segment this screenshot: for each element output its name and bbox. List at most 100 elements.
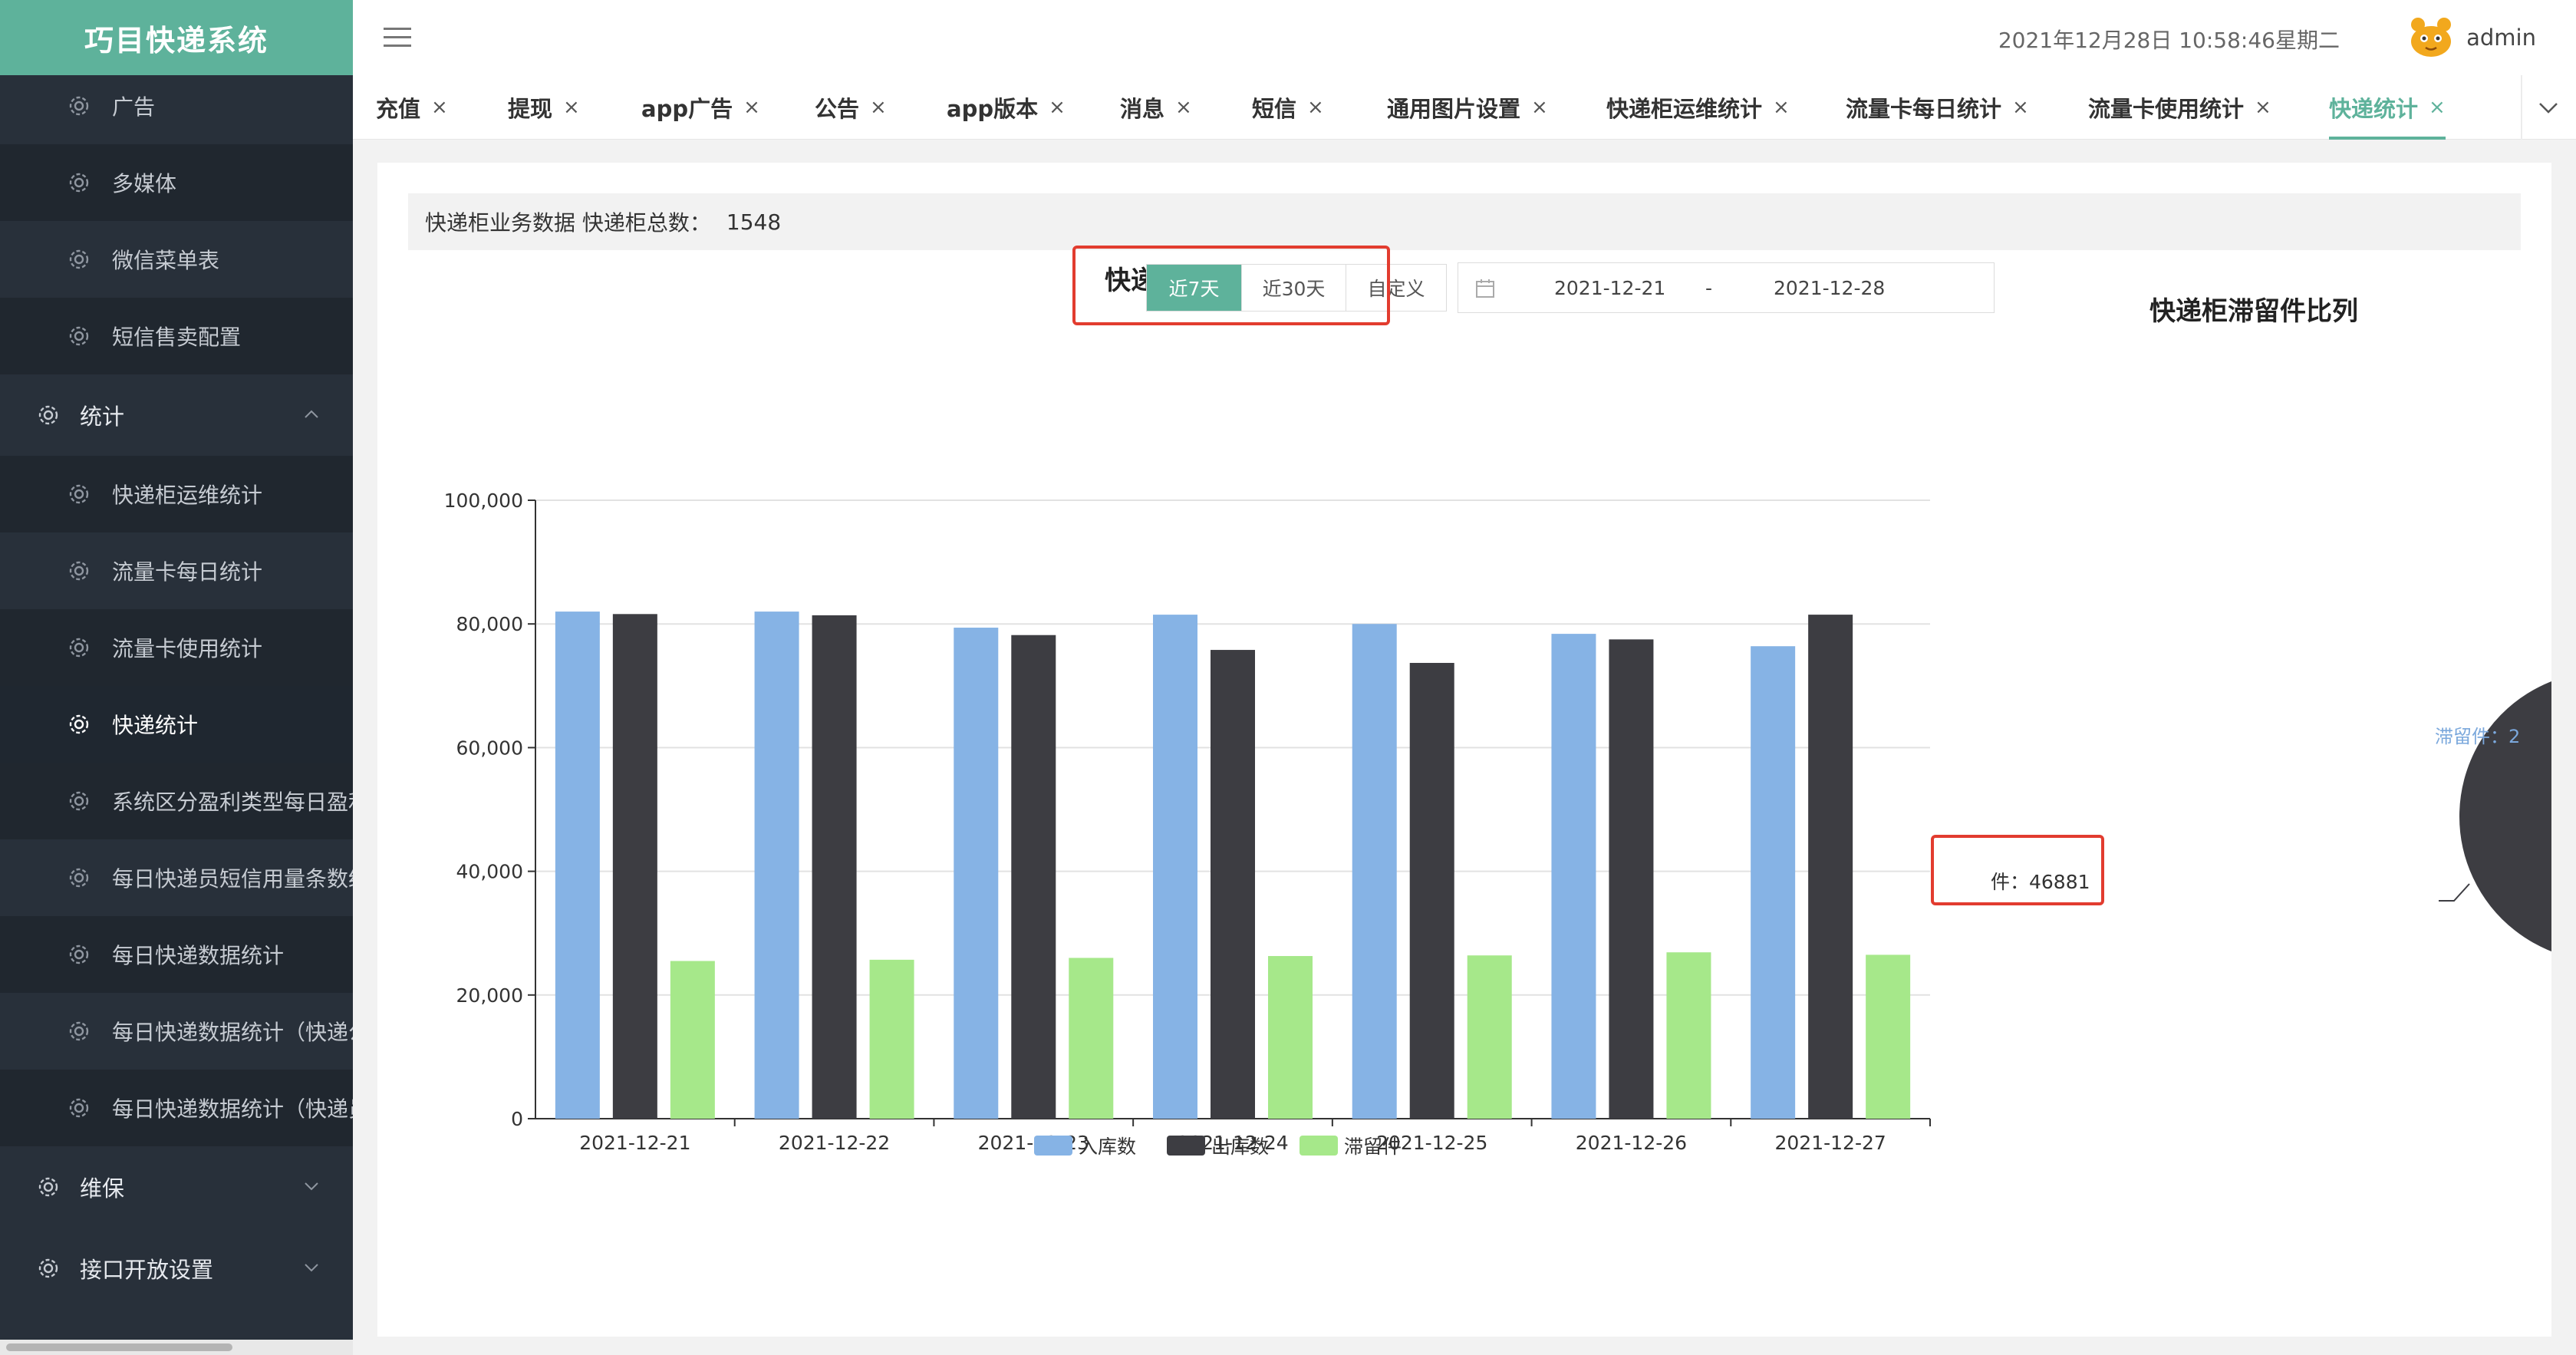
sidebar-group-label: 维保 [80, 1175, 125, 1202]
bar-in [555, 612, 600, 1119]
x-tick-label: 2021-12-26 [1576, 1132, 1687, 1154]
bar-out [1211, 650, 1255, 1119]
menu-toggle-icon[interactable] [384, 26, 411, 49]
sidebar-item[interactable]: 每日快递数据统计（快递公司） [0, 993, 353, 1070]
tab-item[interactable]: 快递统计 × [2329, 75, 2446, 140]
sidebar-item[interactable]: 快递柜运维统计 [0, 456, 353, 532]
close-icon[interactable]: × [431, 96, 448, 119]
bar-retained [1069, 958, 1114, 1119]
legend-swatch [1167, 1136, 1205, 1156]
sidebar-item[interactable]: 多媒体 [0, 144, 353, 221]
app-logo: 巧目快递系统 [0, 0, 353, 75]
x-tick-label: 2021-12-22 [779, 1132, 890, 1154]
highlight-box-range-buttons [1072, 246, 1390, 325]
tab-item[interactable]: 充值 × [376, 75, 448, 140]
tab-item[interactable]: 公告 × [815, 75, 887, 140]
tab-bar: 充值 × 提现 × app广告 × 公告 × app版本 × 消息 × 短信 × 通用图片设置 × 快递柜运维统… [353, 75, 2576, 140]
tab-item[interactable]: app广告 × [641, 75, 760, 140]
close-icon[interactable]: × [743, 96, 760, 119]
tab-item[interactable]: 快递柜运维统计 × [1606, 75, 1790, 140]
sidebar-item[interactable]: 短信售卖配置 [0, 298, 353, 374]
sidebar-item[interactable]: 每日快递数据统计（快递员） [0, 1070, 353, 1146]
close-icon[interactable]: × [1531, 96, 1548, 119]
sidebar-item-label: 每日快递数据统计（快递员） [112, 1096, 353, 1122]
sidebar-item[interactable]: 快递统计 [0, 686, 353, 763]
sidebar-item-label: 短信售卖配置 [112, 325, 242, 350]
gear-icon [69, 173, 89, 193]
tab-item[interactable]: 流量卡使用统计 × [2088, 75, 2271, 140]
sidebar-item-label: 每日快递数据统计 [112, 943, 285, 968]
gear-icon [69, 791, 89, 811]
y-tick-label: 0 [511, 1108, 523, 1130]
locker-count: 1548 [726, 209, 782, 235]
close-icon[interactable]: × [870, 96, 887, 119]
bar-retained [1467, 955, 1512, 1119]
chevron-down-icon[interactable] [2538, 98, 2559, 117]
bar-out [1409, 662, 1454, 1119]
sidebar-item[interactable]: 每日快递数据统计 [0, 916, 353, 993]
sidebar-item[interactable]: 每日快递员短信用量条数统计 [0, 839, 353, 916]
close-icon[interactable]: × [2429, 96, 2446, 119]
username[interactable]: admin [2466, 25, 2536, 51]
sidebar-item[interactable]: 流量卡每日统计 [0, 532, 353, 609]
close-icon[interactable]: × [1175, 96, 1192, 119]
highlight-box-pie-label [1931, 835, 2104, 905]
user-avatar-icon[interactable] [2407, 15, 2455, 58]
pie-slice-other [2458, 679, 2551, 954]
gear-icon [38, 405, 58, 425]
sidebar-menu: 广告多媒体 微信菜单表短信售卖配置统计 快递柜运维统计 流量卡每日统计 流量卡使用统计快… [0, 68, 353, 1309]
gear-icon [69, 868, 89, 888]
bar-in [1153, 615, 1197, 1119]
sidebar-item[interactable]: 系统区分盈利类型每日盈利 [0, 763, 353, 839]
tab-divider [2521, 75, 2522, 140]
close-icon[interactable]: × [1049, 96, 1066, 119]
tab-item[interactable]: app版本 × [947, 75, 1066, 140]
sidebar-group[interactable]: 统计 [0, 374, 353, 456]
bar-out [1609, 639, 1654, 1119]
pie-label-line [2439, 883, 2470, 902]
scrollbar-thumb[interactable] [6, 1343, 232, 1351]
tab-label: 消息 [1120, 96, 1165, 122]
close-icon[interactable]: × [563, 96, 580, 119]
tab-item[interactable]: 消息 × [1120, 75, 1192, 140]
gear-icon [69, 326, 89, 346]
sidebar-item[interactable]: 广告 [0, 68, 353, 144]
tab-item[interactable]: 流量卡每日统计 × [1846, 75, 2029, 140]
gear-icon [69, 484, 89, 504]
sidebar-item[interactable]: 流量卡使用统计 [0, 609, 353, 686]
date-range-picker[interactable]: 2021-12-21 - 2021-12-28 [1458, 262, 1995, 313]
tab-label: 流量卡每日统计 [1846, 96, 2002, 122]
close-icon[interactable]: × [1773, 96, 1790, 119]
close-icon[interactable]: × [2012, 96, 2029, 119]
chevron-up-icon [305, 410, 318, 418]
x-tick-label: 2021-12-21 [579, 1132, 690, 1154]
sidebar-group[interactable]: 接口开放设置 [0, 1228, 353, 1309]
sidebar-item-label: 广告 [112, 94, 156, 120]
close-icon[interactable]: × [2255, 96, 2271, 119]
tab-label: 短信 [1252, 96, 1297, 122]
x-tick-label: 2021-12-23 [978, 1132, 1089, 1154]
end-date[interactable]: 2021-12-28 [1774, 277, 1885, 299]
tab-label: 公告 [815, 96, 860, 122]
start-date[interactable]: 2021-12-21 [1554, 277, 1665, 299]
chevron-down-icon [305, 1182, 318, 1191]
tab-label: 通用图片设置 [1387, 96, 1521, 122]
sidebar-item-label: 系统区分盈利类型每日盈利 [112, 790, 353, 815]
tab-item[interactable]: 通用图片设置 × [1387, 75, 1548, 140]
tab-item[interactable]: 提现 × [508, 75, 580, 140]
bar-in [754, 612, 799, 1119]
sidebar-item[interactable]: 微信菜单表 [0, 221, 353, 298]
bar-out [612, 614, 657, 1119]
sidebar-item-label: 每日快递员短信用量条数统计 [112, 866, 353, 892]
inout-bar-chart: 0 20,000 40,000 60,000 80,000 100,000 2021-12-… [444, 490, 1931, 1158]
tab-item[interactable]: 短信 × [1252, 75, 1324, 140]
sidebar-group[interactable]: 维保 [0, 1146, 353, 1228]
content-card: 快递柜业务数据 快递柜总数： 1548 快递 近7天 近30天 自定义 2021… [377, 163, 2551, 1337]
gear-icon [38, 1258, 58, 1278]
chevron-down-icon [305, 1264, 318, 1272]
close-icon[interactable]: × [1307, 96, 1324, 119]
bar-in [1352, 624, 1397, 1119]
gear-icon [69, 1021, 89, 1041]
date-separator: - [1705, 277, 1713, 299]
sidebar-scrollbar[interactable] [0, 1340, 353, 1355]
